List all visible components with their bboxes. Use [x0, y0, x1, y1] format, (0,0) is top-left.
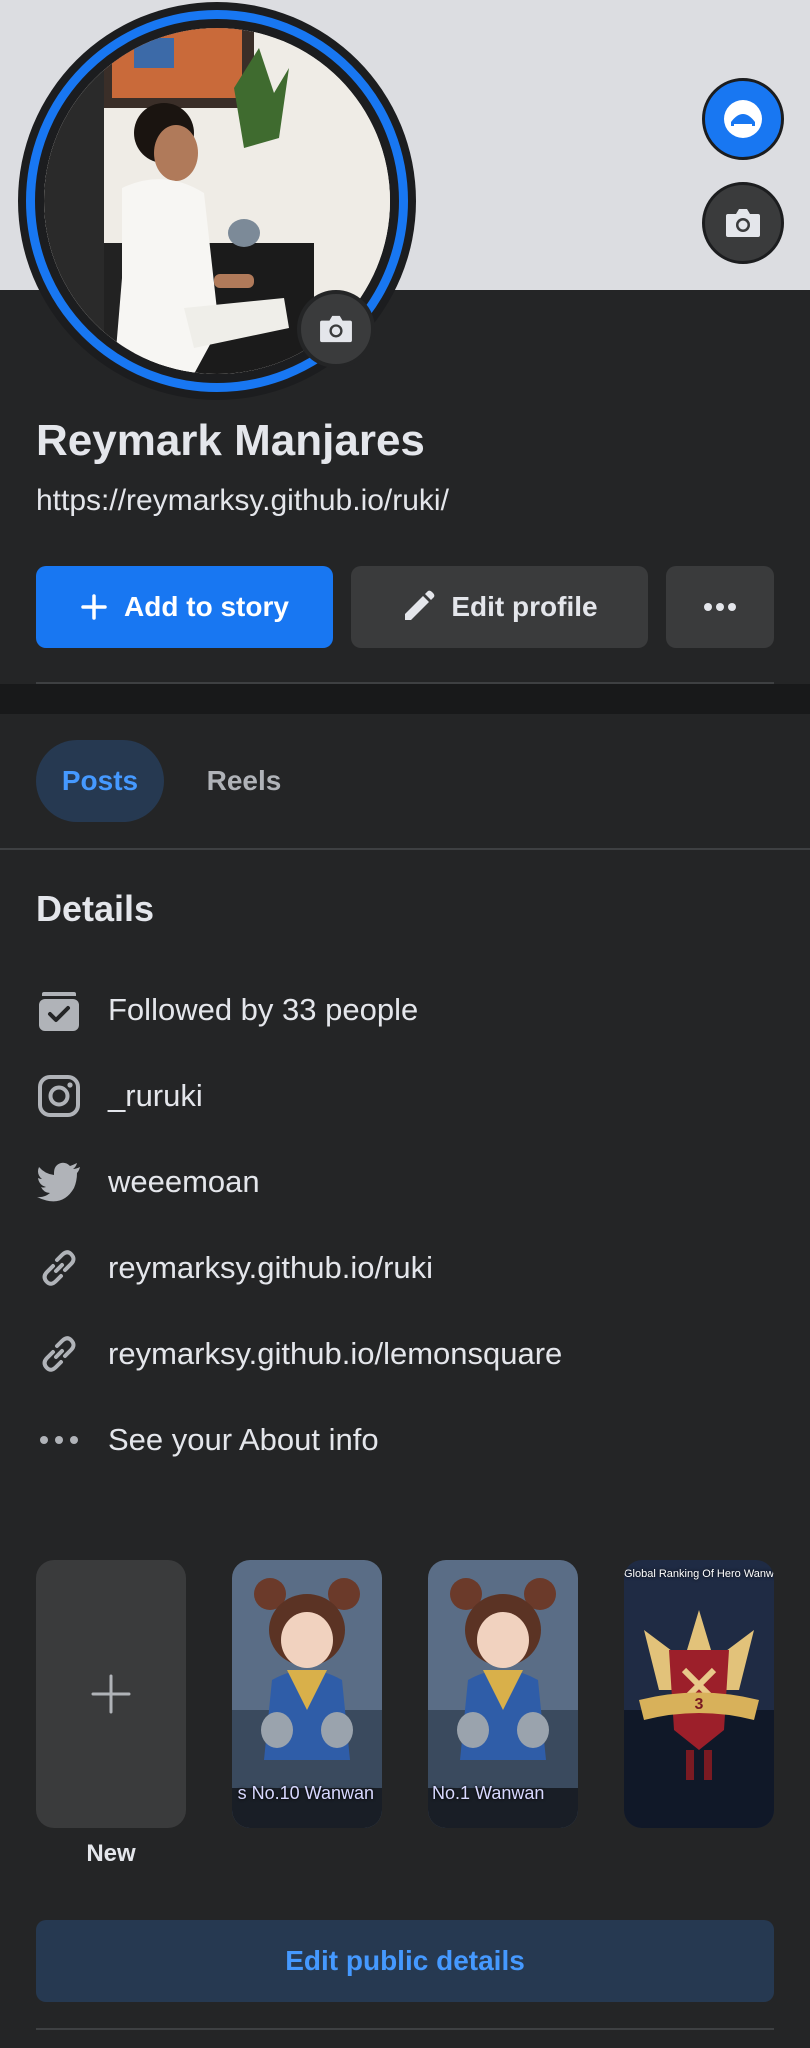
- twitter-icon: [36, 1159, 82, 1205]
- story-caption: No.1 Wanwan: [432, 1783, 545, 1803]
- add-to-story-label: Add to story: [124, 591, 289, 622]
- avatar-button[interactable]: [702, 78, 784, 160]
- edit-profile-button[interactable]: Edit profile: [351, 566, 648, 648]
- detail-item-link[interactable]: reymarksy.github.io/lemonsquare: [36, 1324, 776, 1384]
- profile-bio-url[interactable]: https://reymarksy.github.io/ruki/: [36, 484, 449, 518]
- more-options-button[interactable]: [666, 566, 774, 648]
- story-caption: s No.10 Wanwan: [237, 1783, 374, 1803]
- divider: [0, 848, 810, 850]
- divider: [36, 2028, 774, 2030]
- followers-icon: [36, 987, 82, 1033]
- featured-story[interactable]: No.1 Wanwan: [428, 1560, 578, 1828]
- section-separator: [0, 684, 810, 714]
- tab-reels[interactable]: Reels: [188, 740, 300, 822]
- edit-avatar-camera-button[interactable]: [297, 290, 375, 368]
- link-icon: [36, 1331, 82, 1377]
- plus-icon: [80, 593, 108, 621]
- link-icon: [36, 1245, 82, 1291]
- featured-story[interactable]: Global Ranking Of Hero Wanwan 3: [624, 1560, 774, 1828]
- story-thumbnail: [624, 1560, 774, 1828]
- edit-profile-label: Edit profile: [451, 591, 598, 622]
- avatar-icon: [724, 100, 762, 138]
- detail-text: reymarksy.github.io/ruki: [108, 1250, 434, 1285]
- tab-posts[interactable]: Posts: [36, 740, 164, 822]
- detail-item-about[interactable]: See your About info: [36, 1410, 776, 1470]
- camera-icon: [726, 209, 760, 237]
- detail-item-instagram[interactable]: _ruruki: [36, 1066, 776, 1126]
- detail-text: reymarksy.github.io/lemonsquare: [108, 1336, 563, 1371]
- detail-item-twitter[interactable]: weeemoan: [36, 1152, 776, 1212]
- detail-item-followers[interactable]: Followed by 33 people: [36, 980, 776, 1040]
- detail-text: See your About info: [108, 1422, 379, 1457]
- detail-text: Followed by 33 people: [108, 992, 419, 1027]
- more-dots-icon: [36, 1417, 82, 1463]
- rank-badge: 3: [694, 1696, 704, 1713]
- camera-icon: [320, 315, 352, 343]
- more-dots-icon: [704, 603, 736, 611]
- detail-item-link[interactable]: reymarksy.github.io/ruki: [36, 1238, 776, 1298]
- details-heading: Details: [36, 888, 155, 929]
- story-caption: Global Ranking Of Hero Wanwan: [624, 1568, 774, 1580]
- instagram-icon: [36, 1073, 82, 1119]
- detail-text: _ruruki: [108, 1078, 203, 1113]
- detail-text: weeemoan: [108, 1164, 260, 1199]
- add-to-story-button[interactable]: Add to story: [36, 566, 333, 648]
- new-featured-button[interactable]: [36, 1560, 186, 1828]
- edit-public-details-button[interactable]: Edit public details: [36, 1920, 774, 2002]
- edit-cover-camera-button[interactable]: [702, 182, 784, 264]
- profile-name: Reymark Manjares: [36, 416, 425, 465]
- new-featured-label: New: [86, 1840, 136, 1867]
- featured-story[interactable]: s No.10 Wanwan: [232, 1560, 382, 1828]
- pencil-icon: [401, 590, 435, 624]
- plus-icon: [91, 1674, 131, 1714]
